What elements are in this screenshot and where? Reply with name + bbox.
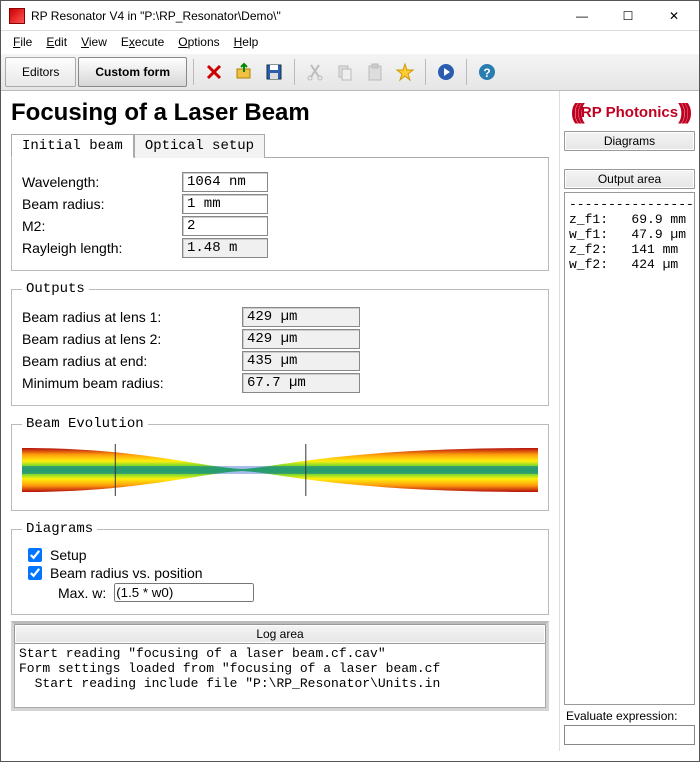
beam-radius-label: Beam radius: <box>22 196 182 212</box>
left-column: Focusing of a Laser Beam Initial beam Op… <box>1 91 559 751</box>
app-icon <box>9 8 25 24</box>
save-icon[interactable] <box>260 58 288 86</box>
min-field <box>242 373 360 393</box>
menu-bar: File Edit View Execute Options Help <box>1 31 699 53</box>
log-area[interactable]: Start reading "focusing of a laser beam.… <box>14 644 546 708</box>
toolbar: Editors Custom form ? <box>1 53 699 91</box>
wavelength-field[interactable] <box>182 172 268 192</box>
end-field <box>242 351 360 371</box>
window-title: RP Resonator V4 in "P:\RP_Resonator\Demo… <box>31 9 559 23</box>
copy-icon[interactable] <box>331 58 359 86</box>
m2-label: M2: <box>22 218 182 234</box>
radius-pos-checkbox[interactable] <box>28 566 42 580</box>
setup-label: Setup <box>50 547 87 563</box>
outputs-legend: Outputs <box>22 281 89 297</box>
menu-help[interactable]: Help <box>228 33 265 51</box>
menu-options[interactable]: Options <box>172 33 225 51</box>
run-icon[interactable] <box>432 58 460 86</box>
outputs-group: Outputs Beam radius at lens 1: Beam radi… <box>11 281 549 406</box>
right-column: (((RP Photonics))) Diagrams Output area … <box>559 91 699 751</box>
output-area-header: Output area <box>564 169 695 189</box>
lens2-label: Beam radius at lens 2: <box>22 331 242 347</box>
tab-optical-setup[interactable]: Optical setup <box>134 134 265 158</box>
toolbar-separator <box>193 59 194 85</box>
beam-evolution-group: Beam Evolution <box>11 416 549 511</box>
star-icon[interactable] <box>391 58 419 86</box>
toolbar-separator <box>294 59 295 85</box>
minimize-button[interactable]: — <box>559 1 605 30</box>
paste-icon[interactable] <box>361 58 389 86</box>
end-label: Beam radius at end: <box>22 353 242 369</box>
inputs-group: Wavelength: Beam radius: M2: Rayleigh le… <box>11 158 549 271</box>
diagrams-header[interactable]: Diagrams <box>564 131 695 151</box>
output-area-text: ----------------- z_f1: 69.9 mm w_f1: 47… <box>564 192 695 705</box>
beam-evolution-plot <box>22 440 538 500</box>
diagrams-legend: Diagrams <box>22 521 97 537</box>
maxw-field[interactable] <box>114 583 254 602</box>
open-icon[interactable] <box>230 58 258 86</box>
log-header: Log area <box>14 624 546 644</box>
maxw-label: Max. w: <box>58 585 106 601</box>
lens2-field <box>242 329 360 349</box>
evaluate-label: Evaluate expression: <box>564 709 695 725</box>
rayleigh-label: Rayleigh length: <box>22 240 182 256</box>
beam-radius-field[interactable] <box>182 194 268 214</box>
content-area: Focusing of a Laser Beam Initial beam Op… <box>1 91 699 751</box>
menu-file[interactable]: File <box>7 33 38 51</box>
close-button[interactable]: ✕ <box>651 1 697 30</box>
evaluate-section: Evaluate expression: <box>564 709 695 745</box>
wavelength-label: Wavelength: <box>22 174 182 190</box>
diagrams-group: Diagrams Setup Beam radius vs. position … <box>11 521 549 615</box>
menu-edit[interactable]: Edit <box>40 33 73 51</box>
lens1-label: Beam radius at lens 1: <box>22 309 242 325</box>
help-icon[interactable]: ? <box>473 58 501 86</box>
setup-checkbox[interactable] <box>28 548 42 562</box>
min-label: Minimum beam radius: <box>22 375 242 391</box>
cut-icon[interactable] <box>301 58 329 86</box>
menu-view[interactable]: View <box>75 33 113 51</box>
m2-field[interactable] <box>182 216 268 236</box>
tabs: Initial beam Optical setup <box>11 133 549 158</box>
toolbar-separator <box>425 59 426 85</box>
lens1-field <box>242 307 360 327</box>
title-bar: RP Resonator V4 in "P:\RP_Resonator\Demo… <box>1 1 699 31</box>
custom-form-button[interactable]: Custom form <box>78 57 187 87</box>
delete-icon[interactable] <box>200 58 228 86</box>
maximize-button[interactable]: ☐ <box>605 1 651 30</box>
page-title: Focusing of a Laser Beam <box>11 99 549 127</box>
log-wrap: Log area Start reading "focusing of a la… <box>11 621 549 711</box>
rayleigh-field <box>182 238 268 258</box>
tab-initial-beam[interactable]: Initial beam <box>11 134 134 158</box>
toolbar-separator <box>466 59 467 85</box>
radius-pos-label: Beam radius vs. position <box>50 565 203 581</box>
rp-photonics-logo: (((RP Photonics))) <box>564 97 695 127</box>
evaluate-input[interactable] <box>564 725 695 745</box>
editors-button[interactable]: Editors <box>5 57 76 87</box>
beam-evolution-legend: Beam Evolution <box>22 416 148 432</box>
menu-execute[interactable]: Execute <box>115 33 170 51</box>
svg-text:?: ? <box>483 66 490 80</box>
